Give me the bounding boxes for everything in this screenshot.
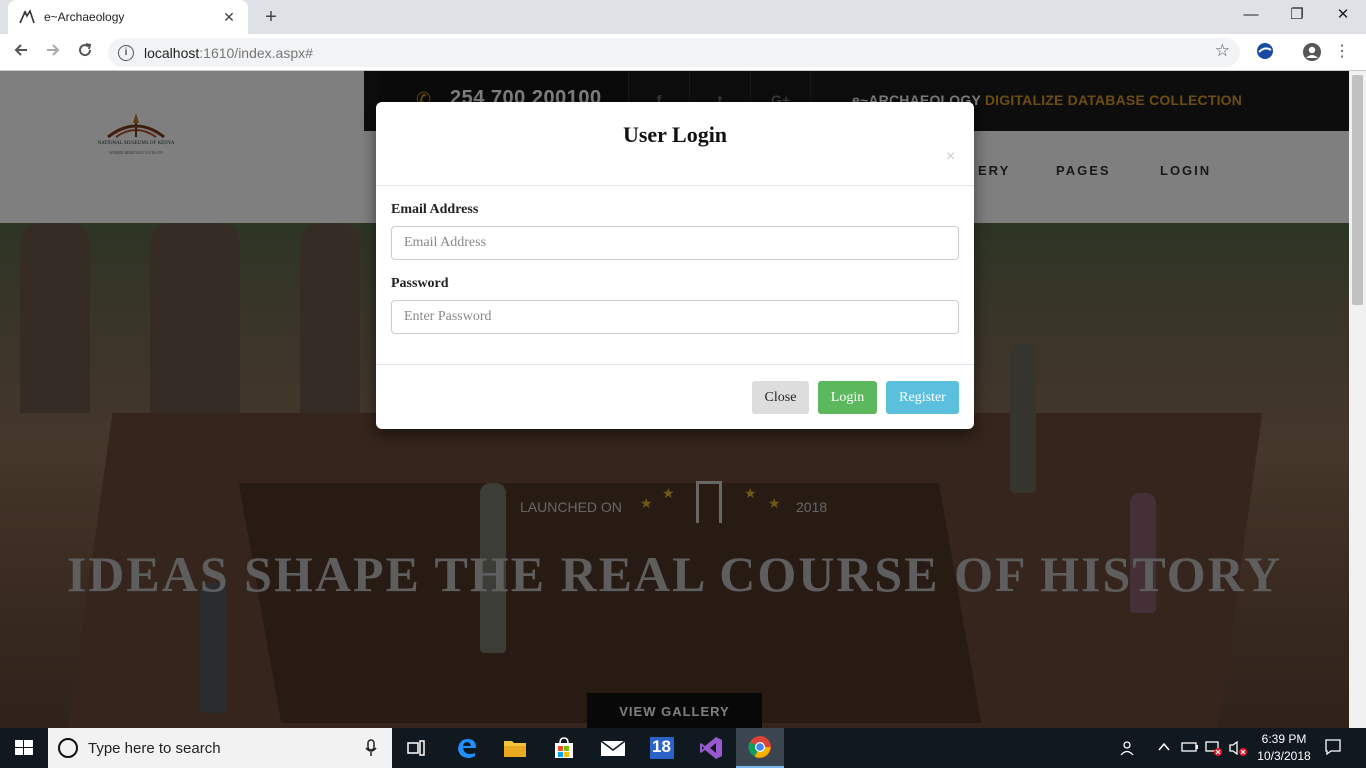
close-window-button[interactable]: ✕	[1320, 0, 1366, 32]
windows-taskbar: Type here to search 18 6:39 PM 10/3/2018	[0, 728, 1366, 768]
taskbar-search[interactable]: Type here to search	[48, 728, 392, 768]
start-button[interactable]	[0, 728, 48, 768]
calendar-badge: 18	[652, 737, 671, 756]
page-scrollbar[interactable]	[1349, 71, 1366, 728]
site-info-icon[interactable]: i	[118, 44, 134, 61]
battery-icon[interactable]	[1181, 740, 1199, 757]
action-center-icon[interactable]	[1324, 738, 1342, 759]
scrollbar-thumb[interactable]	[1352, 75, 1363, 305]
mail-icon	[600, 740, 626, 756]
clock-time: 6:39 PM	[1261, 732, 1307, 746]
login-modal: User Login × Email Address Password Clos…	[376, 102, 974, 429]
modal-close-icon[interactable]: ×	[946, 148, 955, 166]
mail-app[interactable]	[589, 728, 637, 768]
register-button[interactable]: Register	[886, 381, 959, 414]
browser-tabstrip: e~Archaeology ✕ + — ❐ ✕	[0, 0, 1366, 34]
cortana-icon	[58, 738, 78, 758]
windows-logo-icon	[15, 740, 33, 755]
new-tab-button[interactable]: +	[258, 4, 284, 30]
store-app[interactable]	[540, 728, 588, 768]
close-button[interactable]: Close	[752, 381, 809, 414]
url-host: localhost	[144, 44, 200, 61]
bookmark-star-icon[interactable]: ☆	[1215, 41, 1230, 61]
modal-title: User Login	[622, 122, 728, 147]
url-path: :1610/index.aspx#	[199, 44, 313, 61]
edge-app[interactable]	[443, 728, 491, 768]
email-label: Email Address	[391, 202, 479, 217]
network-error-icon[interactable]	[1204, 740, 1224, 759]
modal-header: User Login ×	[376, 102, 974, 186]
extension-icon[interactable]	[1255, 42, 1275, 62]
tab-title: e~Archaeology	[44, 10, 125, 24]
tab-close-icon[interactable]: ✕	[220, 9, 238, 26]
chrome-icon	[748, 736, 771, 758]
page-viewport: NATIONAL MUSEUMS OF KENYA WHERE HERITAGE…	[0, 71, 1349, 728]
chrome-app[interactable]	[736, 728, 784, 768]
calendar-app[interactable]: 18	[638, 728, 686, 768]
edge-icon	[458, 739, 476, 758]
task-view-icon	[407, 740, 425, 756]
taskbar-search-placeholder: Type here to search	[88, 739, 221, 757]
microphone-icon[interactable]	[364, 739, 378, 757]
login-button[interactable]: Login	[818, 381, 877, 414]
task-view-button[interactable]	[392, 728, 440, 768]
restore-button[interactable]: ❐	[1274, 0, 1320, 32]
forward-arrow-icon	[47, 44, 60, 56]
password-label: Password	[391, 276, 449, 291]
browser-tab[interactable]: e~Archaeology ✕	[8, 0, 248, 34]
minimize-button[interactable]: —	[1228, 0, 1274, 32]
browser-toolbar: i localhost:1610/index.aspx# ☆ ⋮	[0, 34, 1366, 71]
visual-studio-app[interactable]	[687, 728, 735, 768]
address-bar[interactable]: i localhost:1610/index.aspx# ☆	[108, 38, 1240, 67]
volume-muted-icon[interactable]	[1228, 740, 1248, 759]
show-hidden-icons-icon[interactable]	[1157, 740, 1171, 757]
back-arrow-icon	[14, 44, 27, 56]
taskbar-clock[interactable]: 6:39 PM 10/3/2018	[1252, 731, 1316, 765]
forward-button[interactable]	[40, 39, 66, 65]
profile-avatar-icon[interactable]	[1302, 42, 1322, 62]
url-text: localhost:1610/index.aspx#	[144, 45, 313, 61]
folder-icon	[504, 741, 526, 757]
password-field[interactable]	[391, 300, 959, 334]
back-button[interactable]	[8, 39, 34, 65]
file-explorer-app[interactable]	[491, 728, 539, 768]
reload-button[interactable]	[72, 39, 98, 65]
people-icon[interactable]	[1120, 740, 1138, 759]
visual-studio-icon	[700, 737, 722, 759]
menu-kebab-icon[interactable]: ⋮	[1332, 42, 1352, 62]
site-favicon-icon	[18, 8, 36, 26]
clock-date: 10/3/2018	[1257, 749, 1311, 763]
modal-footer: Close Login Register	[376, 364, 974, 429]
store-bag-icon	[555, 737, 573, 758]
email-field[interactable]	[391, 226, 959, 260]
reload-icon	[79, 43, 92, 57]
